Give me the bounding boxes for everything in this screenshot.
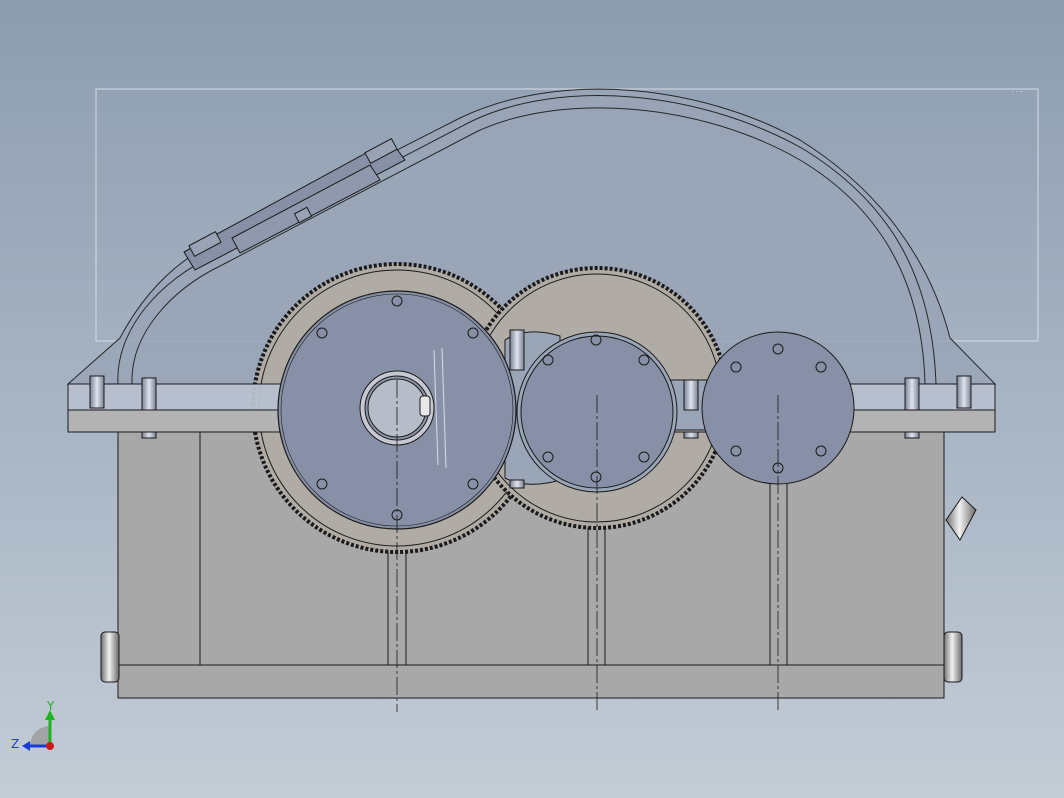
triad-y-label: Y [46,699,55,713]
selection-box-tag: - - - [1012,88,1022,95]
coordinate-triad[interactable]: Y Z [11,699,55,751]
triad-z-label: Z [11,737,19,751]
oil-dipstick[interactable] [945,496,977,541]
flange-bolt[interactable] [89,375,105,409]
flange-bolt[interactable] [956,375,972,409]
drain-plug-left[interactable] [100,631,120,683]
cad-viewport[interactable]: - - - Y Z [0,0,1064,798]
drain-plug-right[interactable] [943,631,963,683]
gearbox-model: - - - Y Z [11,88,1039,751]
